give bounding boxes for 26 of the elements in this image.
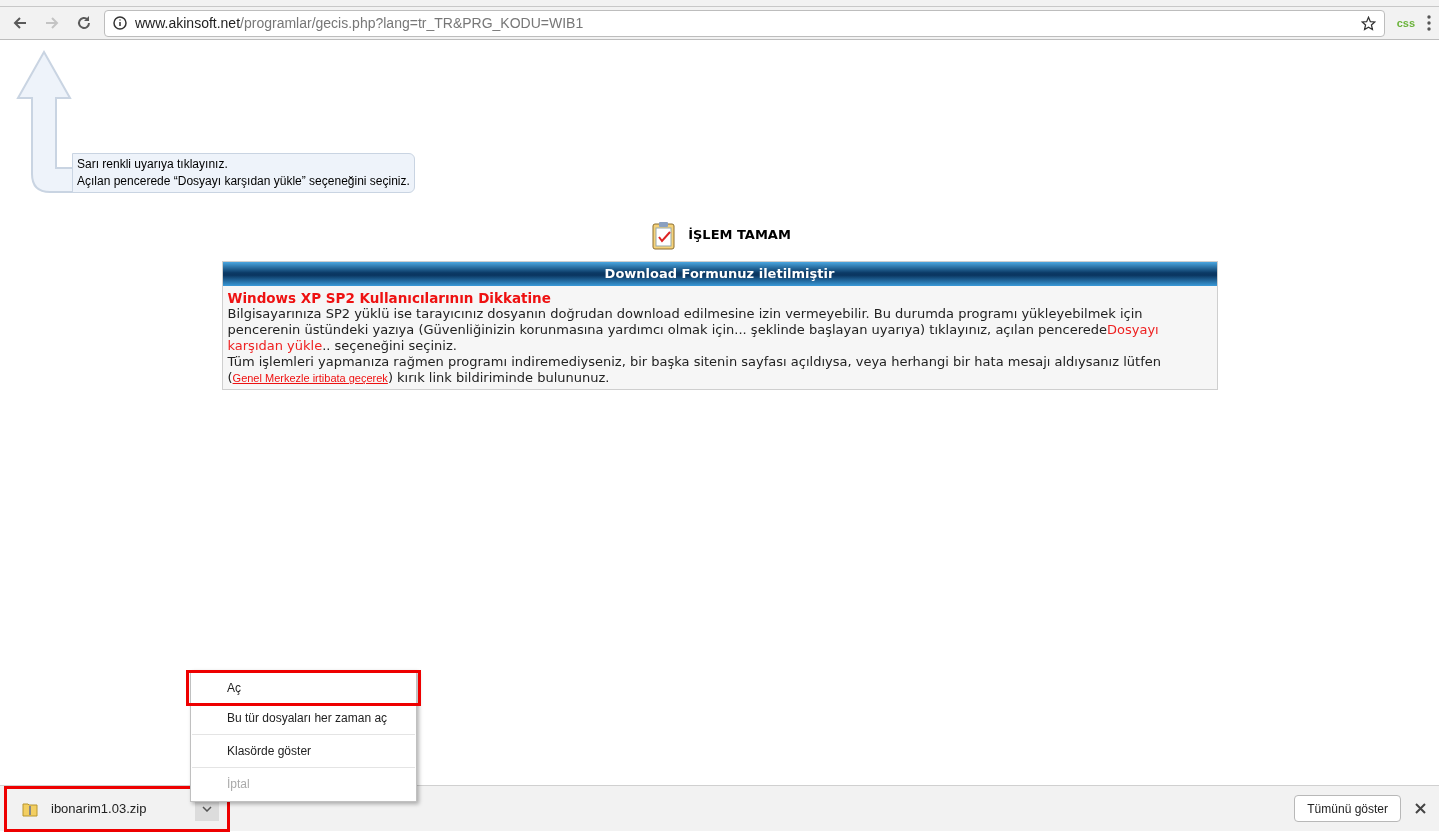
url-host: www.akinsoft.net: [135, 14, 241, 31]
zip-folder-icon: [22, 800, 38, 817]
file-name: ibonarim1.03.zip: [51, 799, 148, 818]
chevron-down-icon: [202, 805, 212, 812]
menu-icon[interactable]: [1427, 15, 1431, 31]
warning-title: Windows XP SP2 Kullanıcılarının Dikkatine: [227, 290, 552, 306]
hint-text: Sarı renkli uyarıya tıklayınız.: [77, 156, 229, 173]
download-item[interactable]: ibonarim1.03.zip: [4, 785, 230, 832]
url-path: /programlar/gecis.php?lang=tr_TR&PRG_KODU=WIB1: [240, 14, 584, 31]
star-icon[interactable]: [1360, 15, 1376, 31]
address-field[interactable]: www.akinsoft.net/programlar/gecis.php?lang=tr_TR&PRG_KODU=WIB1: [104, 9, 1385, 37]
info-icon: [113, 16, 127, 30]
instructions-paragraph: Bilgisayarınıza SP2 yüklü ise tarayıcınız dosyanın doğrudan download edilmesine izin vermeyebilir. Bu durumda programı yükleyebilmek için pencerenin üstündeki yazıya (Güvenliğinizin korunmasına yardımcı olmak için... şeklinde başlayan uyarıya) tıklayınız, açılan penceredeDosyayı karşıdan yükle.. seçeneğini seçiniz.: [227, 306, 1160, 354]
hint-text: Açılan pencerede “Dosyayı karşıdan yükle” seçeneğini seçiniz.: [77, 173, 410, 190]
menu-item[interactable]: Klasörde göster: [191, 736, 416, 766]
status-title: İŞLEM TAMAM: [688, 226, 791, 245]
show-all-button[interactable]: Tümünü göster: [1294, 795, 1401, 822]
forward-arrow-icon: [44, 15, 60, 31]
back-arrow-icon: [12, 15, 28, 31]
close-icon: [1414, 803, 1426, 814]
menu-item[interactable]: Bu tür dosyaları her zaman aç: [191, 703, 416, 733]
reload-icon: [76, 15, 92, 31]
panel-header: Download Formunuz iletilmiştir: [222, 262, 1217, 286]
contact-link[interactable]: Genel Merkezle irtibata geçerek: [232, 372, 388, 384]
menu-item[interactable]: Aç: [189, 673, 418, 703]
support-paragraph: Tüm işlemleri yapmanıza rağmen programı indiremediyseniz, bir başka sitenin sayfası açıldıysa, veya herhangi bir hata mesajı aldıysanız lütfen (Genel Merkezle irtibata geçerek) kırık link bildiriminde bulununuz.: [227, 354, 1162, 386]
